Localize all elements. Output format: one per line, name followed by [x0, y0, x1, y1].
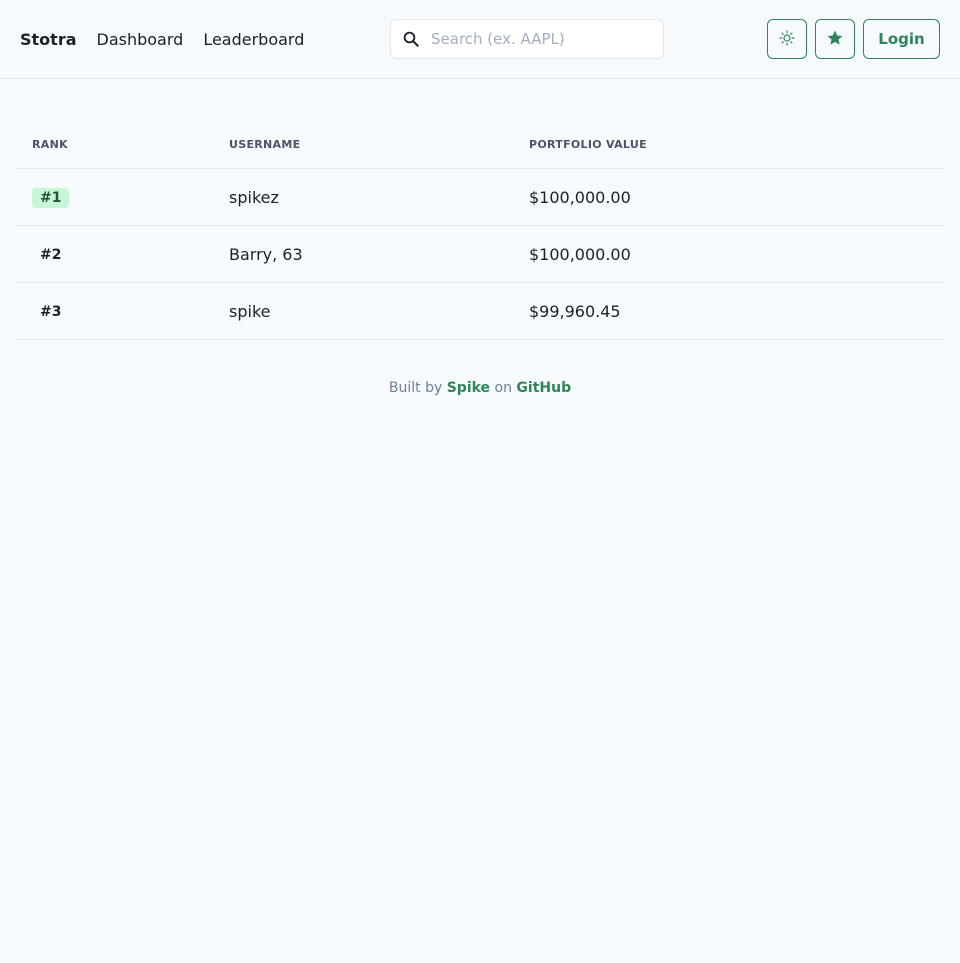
footer-prefix: Built by	[388, 380, 443, 396]
rank-cell: #2	[16, 244, 229, 265]
nav-link-dashboard[interactable]: Dashboard	[97, 30, 184, 49]
navbar: Stotra Dashboard Leaderboard Search (ex.…	[0, 0, 960, 79]
table-row: #1 spikez $100,000.00	[16, 169, 944, 226]
footer: Built by Spike on GitHub	[0, 380, 960, 396]
username-cell: spike	[229, 301, 271, 321]
portfolio-value-cell: $100,000.00	[529, 187, 631, 207]
portfolio-value-cell: $99,960.45	[529, 301, 621, 321]
username-cell: Barry, 63	[229, 244, 303, 264]
search-input[interactable]	[431, 21, 651, 57]
table-row: #2 Barry, 63 $100,000.00	[16, 226, 944, 283]
table-row: #3 spike $99,960.45	[16, 283, 944, 340]
table-header-row: RANK USERNAME PORTFOLIO VALUE	[16, 120, 944, 169]
watchlist-star-button[interactable]	[815, 19, 855, 59]
theme-toggle-button[interactable]	[767, 19, 807, 59]
footer-github-link[interactable]: GitHub	[516, 380, 571, 396]
rank-cell: #3	[16, 301, 229, 322]
header-rank: RANK	[32, 137, 68, 151]
rank-badge: #2	[40, 246, 62, 263]
star-icon	[826, 29, 844, 50]
leaderboard-table: RANK USERNAME PORTFOLIO VALUE #1 spikez …	[16, 120, 944, 340]
rank-badge-top: #1	[32, 187, 70, 208]
nav-link-leaderboard[interactable]: Leaderboard	[203, 30, 304, 49]
sun-icon	[779, 29, 795, 49]
rank-badge: #3	[40, 303, 62, 320]
brand-logo[interactable]: Stotra	[20, 30, 77, 49]
rank-cell: #1	[16, 187, 229, 208]
login-button[interactable]: Login	[863, 19, 940, 59]
header-username: USERNAME	[229, 137, 301, 151]
portfolio-value-cell: $100,000.00	[529, 244, 631, 264]
footer-author-link[interactable]: Spike	[447, 380, 490, 396]
username-cell: spikez	[229, 187, 279, 207]
search-box	[390, 19, 664, 59]
header-portfolio-value: PORTFOLIO VALUE	[529, 137, 647, 151]
nav-left: Stotra Dashboard Leaderboard	[20, 0, 324, 79]
search-icon	[391, 20, 431, 58]
footer-middle: on	[494, 380, 512, 396]
